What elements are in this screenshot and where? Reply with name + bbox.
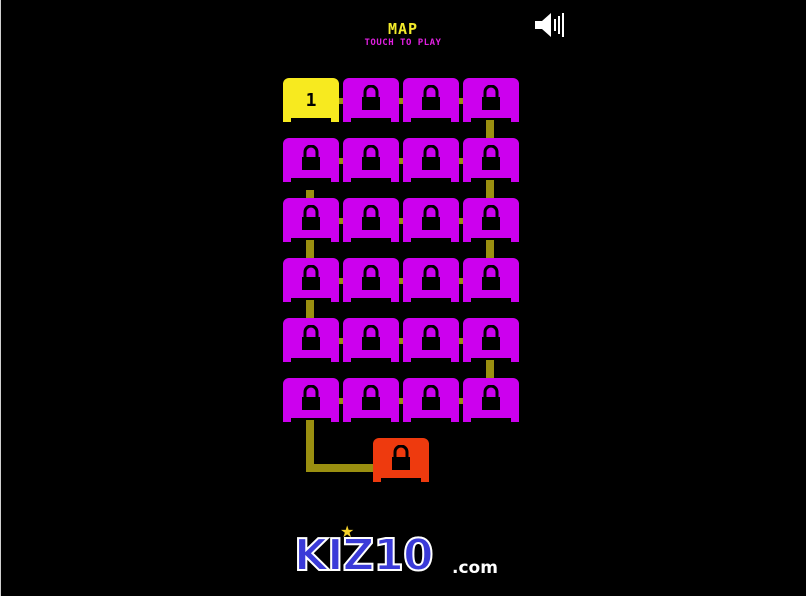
level-tile-locked[interactable] [463,378,519,422]
level-tile-locked[interactable] [343,258,399,302]
lock-icon [392,445,410,470]
level-tile-locked[interactable] [283,378,339,422]
lock-icon [482,385,500,410]
logo-suffix: .com [452,558,498,578]
level-tile-locked[interactable] [403,378,459,422]
lock-icon [302,265,320,290]
lock-icon [362,265,380,290]
level-tile-locked[interactable] [403,258,459,302]
level-tile-locked[interactable] [403,318,459,362]
level-tile-locked[interactable] [283,258,339,302]
lock-icon [482,325,500,350]
level-tile-locked[interactable] [403,198,459,242]
lock-icon [482,205,500,230]
level-tile-locked[interactable] [283,138,339,182]
level-tile-locked[interactable] [403,138,459,182]
level-tile-locked[interactable] [463,258,519,302]
lock-icon [422,325,440,350]
kiz10-logo[interactable]: ★ KIZ10 .com [292,520,522,584]
lock-icon [362,85,380,110]
lock-icon [302,385,320,410]
level-number: 1 [305,90,317,111]
lock-icon [302,205,320,230]
level-tile-locked[interactable] [283,198,339,242]
level-tile-locked[interactable] [463,138,519,182]
lock-icon [422,265,440,290]
logo-text: KIZ10 [293,529,435,582]
lock-icon [422,85,440,110]
lock-icon [302,145,320,170]
game-stage: MAP TOUCH TO PLAY ★ KIZ10 .com 1 [0,0,806,596]
lock-icon [422,145,440,170]
lock-icon [362,325,380,350]
level-tile-locked[interactable] [463,78,519,122]
lock-icon [482,265,500,290]
lock-icon [362,145,380,170]
level-tile-locked[interactable] [343,198,399,242]
level-tile-locked[interactable] [343,378,399,422]
level-tile-locked[interactable] [283,318,339,362]
lock-icon [422,205,440,230]
final-level-tile[interactable] [373,438,429,482]
level-tile-locked[interactable] [463,198,519,242]
lock-icon [302,325,320,350]
level-tile-locked[interactable] [463,318,519,362]
level-tile-locked[interactable] [343,78,399,122]
lock-icon [482,85,500,110]
level-tile-locked[interactable] [343,318,399,362]
level-tile-unlocked[interactable]: 1 [283,78,339,122]
level-tile-locked[interactable] [343,138,399,182]
lock-icon [362,205,380,230]
level-tile-locked[interactable] [403,78,459,122]
lock-icon [362,385,380,410]
lock-icon [422,385,440,410]
lock-icon [482,145,500,170]
